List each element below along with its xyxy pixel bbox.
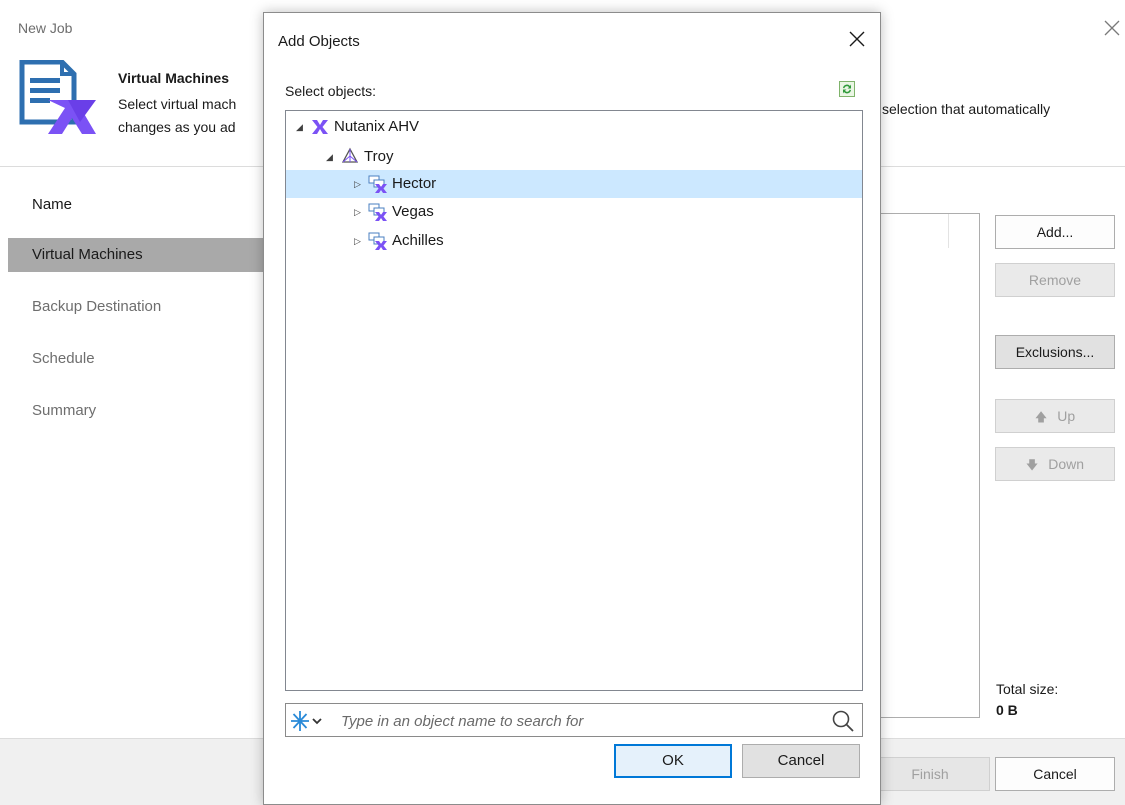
- total-size-label: Total size:: [996, 681, 1059, 697]
- tree-node-label: Hector: [392, 175, 437, 192]
- step-description-continued: selection that automatically: [882, 101, 1051, 117]
- step-description-line1: Select virtual mach: [118, 96, 237, 112]
- list-column-divider: [948, 214, 949, 248]
- tree-node-achilles[interactable]: ▷ Achilles: [354, 227, 854, 255]
- objects-tree[interactable]: ◢ Nutanix AHV ◢ Troy ▷ Hector ▷ Vegas ▷ …: [285, 110, 863, 691]
- object-type-filter-icon[interactable]: [290, 710, 324, 732]
- remove-button[interactable]: Remove: [995, 263, 1115, 297]
- wizard-title: New Job: [18, 20, 73, 36]
- add-button[interactable]: Add...: [995, 215, 1115, 249]
- expand-triangle-icon[interactable]: ▷: [354, 170, 368, 198]
- tree-node-hector[interactable]: ▷ Hector: [286, 170, 862, 198]
- down-button-label: Down: [1048, 456, 1085, 472]
- nav-step-name[interactable]: Name: [8, 188, 264, 222]
- dialog-title: Add Objects: [278, 33, 360, 50]
- collapse-triangle-icon[interactable]: ◢: [326, 143, 340, 171]
- nav-step-summary[interactable]: Summary: [8, 394, 264, 428]
- object-search-box: [285, 703, 863, 737]
- finish-button[interactable]: Finish: [870, 757, 990, 791]
- up-button[interactable]: 🡅 Up: [995, 399, 1115, 433]
- cluster-icon: [341, 147, 359, 163]
- close-icon[interactable]: [1100, 16, 1124, 40]
- exclusions-button[interactable]: Exclusions...: [995, 335, 1115, 369]
- wizard-steps-nav: Name Virtual Machines Backup Destination…: [0, 168, 264, 738]
- vm-group-icon: [368, 175, 387, 194]
- virtual-machines-list[interactable]: [870, 213, 980, 718]
- tree-node-label: Vegas: [392, 203, 434, 220]
- tree-node-label: Nutanix AHV: [334, 118, 420, 135]
- tree-node-vegas[interactable]: ▷ Vegas: [354, 198, 854, 226]
- add-objects-dialog: Add Objects Select objects: ◢ Nutanix AH…: [263, 12, 881, 805]
- up-button-label: Up: [1057, 408, 1076, 424]
- tree-node-label: Achilles: [392, 232, 444, 249]
- tree-node-troy[interactable]: ◢ Troy: [326, 143, 856, 171]
- vm-group-icon: [368, 232, 387, 251]
- expand-triangle-icon[interactable]: ▷: [354, 227, 368, 255]
- total-size-value: 0 B: [996, 702, 1018, 718]
- collapse-triangle-icon[interactable]: ◢: [296, 113, 310, 141]
- nav-step-schedule[interactable]: Schedule: [8, 342, 264, 376]
- arrow-down-icon: 🡇: [1025, 458, 1039, 472]
- close-icon[interactable]: [847, 29, 867, 49]
- vm-group-icon: [368, 203, 387, 222]
- arrow-up-icon: 🡅: [1034, 410, 1048, 424]
- nav-step-virtual-machines[interactable]: Virtual Machines: [8, 238, 264, 272]
- refresh-icon[interactable]: [839, 81, 855, 97]
- tree-node-nutanix-ahv[interactable]: ◢ Nutanix AHV: [296, 113, 856, 141]
- dialog-cancel-button[interactable]: Cancel: [742, 744, 860, 778]
- wizard-cancel-button[interactable]: Cancel: [995, 757, 1115, 791]
- select-objects-label: Select objects:: [285, 83, 377, 99]
- step-description-line2: changes as you ad: [118, 119, 236, 135]
- tree-node-label: Troy: [364, 148, 394, 165]
- nav-step-backup-destination[interactable]: Backup Destination: [8, 290, 264, 324]
- search-icon[interactable]: [831, 709, 855, 733]
- ok-button[interactable]: OK: [614, 744, 732, 778]
- expand-triangle-icon[interactable]: ▷: [354, 198, 368, 226]
- virtual-machines-logo-icon: [19, 60, 96, 134]
- step-title: Virtual Machines: [118, 70, 230, 86]
- search-input[interactable]: [341, 708, 821, 734]
- nutanix-icon: [312, 120, 328, 135]
- down-button[interactable]: 🡇 Down: [995, 447, 1115, 481]
